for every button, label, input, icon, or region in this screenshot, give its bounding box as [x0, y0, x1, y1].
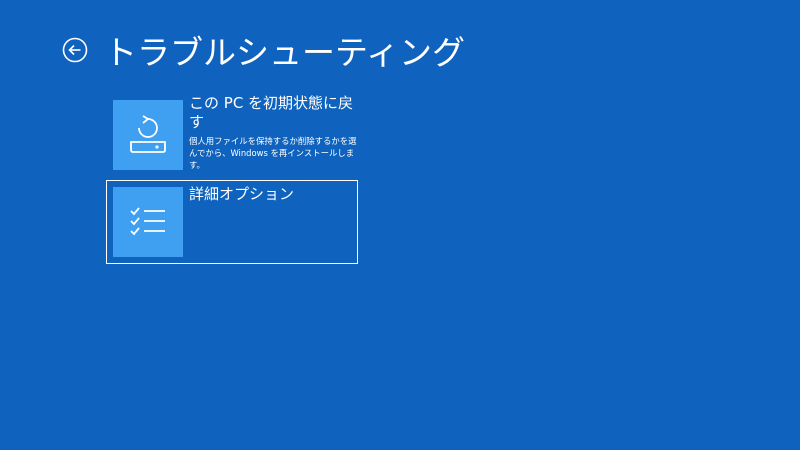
advanced-options-text: 詳細オプション: [189, 185, 361, 204]
advanced-options-tile: [113, 187, 183, 257]
reset-pc-text: この PC を初期状態に戻す 個人用ファイルを保持するか削除するかを選んでから、…: [189, 94, 361, 171]
reset-pc-description: 個人用ファイルを保持するか削除するかを選んでから、Windows を再インストー…: [189, 136, 357, 170]
advanced-options-option[interactable]: 詳細オプション: [106, 180, 358, 264]
back-arrow-icon[interactable]: [62, 37, 88, 63]
page-title: トラブルシューティング: [104, 33, 466, 72]
advanced-options-title: 詳細オプション: [189, 185, 295, 203]
reset-pc-icon: [130, 115, 166, 153]
reset-pc-option[interactable]: この PC を初期状態に戻す 個人用ファイルを保持するか削除するかを選んでから、…: [106, 93, 358, 177]
header: トラブルシューティング: [62, 28, 465, 72]
reset-pc-tile: [113, 100, 183, 170]
reset-pc-title: この PC を初期状態に戻す: [189, 94, 354, 131]
checklist-icon: [130, 207, 165, 236]
